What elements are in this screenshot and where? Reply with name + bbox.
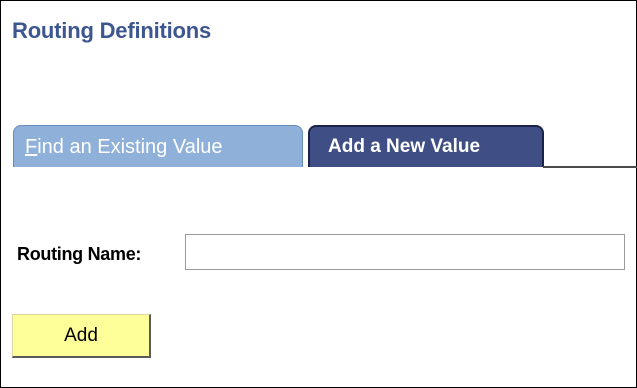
routing-name-label: Routing Name: xyxy=(17,244,142,264)
page-frame: Routing Definitions Find an Existing Val… xyxy=(0,0,637,388)
tab-divider-line xyxy=(543,166,637,168)
tab-accesskey: F xyxy=(25,136,38,158)
page-title: Routing Definitions xyxy=(12,18,212,43)
tab-find-existing-value[interactable]: Find an Existing Value xyxy=(13,125,303,167)
add-button[interactable]: Add xyxy=(12,314,151,358)
tab-bar: Find an Existing Value Add a New Value xyxy=(13,125,637,169)
tab-label: ind an Existing Value xyxy=(37,136,223,158)
tab-add-new-value[interactable]: Add a New Value xyxy=(308,125,544,167)
routing-name-input[interactable] xyxy=(185,234,625,270)
tab-label: Add a New Value xyxy=(328,136,481,157)
